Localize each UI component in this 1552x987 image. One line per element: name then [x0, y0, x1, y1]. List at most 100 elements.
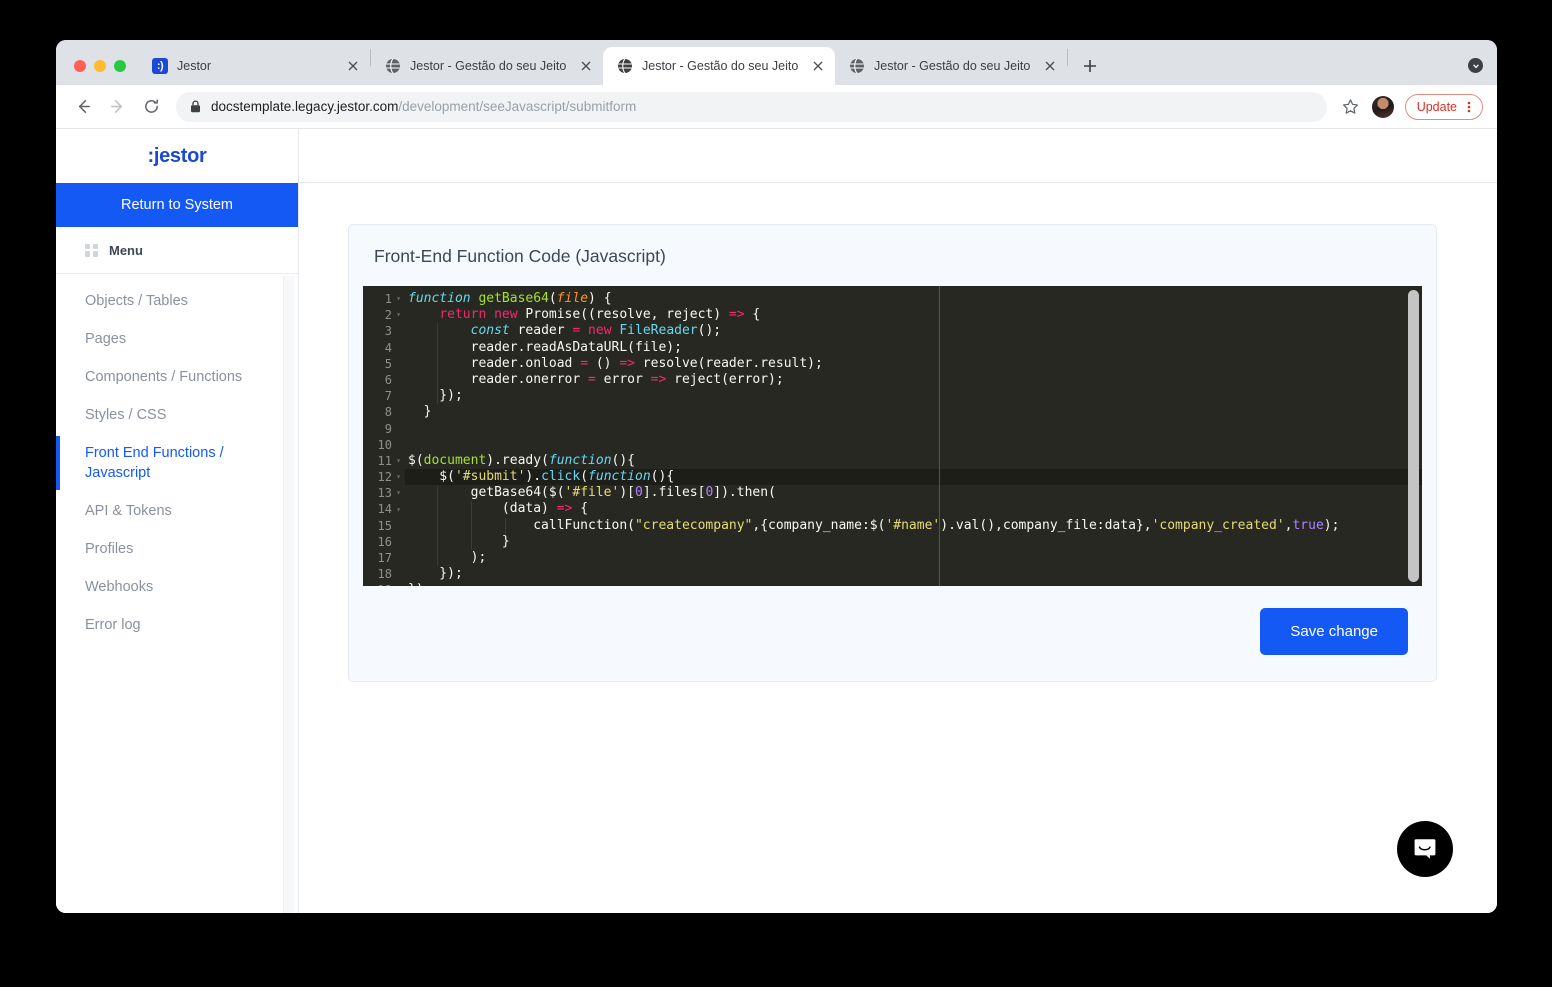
line-number-row: 19▾ — [363, 582, 405, 586]
fold-arrow-icon[interactable]: ▾ — [395, 311, 402, 319]
code-line-14: (data) => { — [408, 501, 589, 518]
sidebar-item-profiles[interactable]: Profiles — [56, 530, 298, 568]
sidebar-menu-header: Menu — [56, 227, 298, 274]
sidebar-item-front-end-functions-javascript[interactable]: Front End Functions / Javascript — [56, 434, 298, 492]
code-line-8: } — [408, 404, 432, 420]
sidebar-scrollbar[interactable] — [283, 276, 294, 913]
close-tab-icon[interactable] — [1041, 58, 1058, 75]
card-footer: Save change — [349, 586, 1436, 681]
line-number: 17 — [377, 551, 392, 565]
new-tab-button[interactable] — [1076, 52, 1104, 80]
chevron-down-icon[interactable] — [1468, 58, 1483, 73]
line-number-row: 16▾ — [363, 534, 405, 550]
grid-icon — [85, 243, 98, 257]
forward-button[interactable] — [102, 92, 132, 122]
line-number-row: 13 ▾ — [363, 485, 405, 501]
tab-title: Jestor — [177, 59, 212, 73]
address-bar-text: docstemplate.legacy.jestor.com/developme… — [211, 99, 636, 114]
minimize-window-button[interactable] — [94, 60, 106, 72]
bookmark-star-icon[interactable] — [1337, 93, 1365, 121]
line-number: 4 — [384, 340, 392, 355]
update-button-label: Update — [1416, 99, 1457, 114]
close-tab-icon[interactable] — [577, 58, 594, 75]
sidebar-item-styles-css[interactable]: Styles / CSS — [56, 396, 298, 434]
fold-arrow-icon[interactable]: ▾ — [395, 489, 402, 497]
avatar[interactable] — [1371, 95, 1394, 118]
maximize-window-button[interactable] — [114, 60, 126, 72]
kebab-menu-icon[interactable] — [1462, 100, 1476, 114]
code-line-13: getBase64($('#file')[0].files[0]).then( — [408, 485, 776, 502]
line-number: 2 — [384, 308, 392, 323]
line-number-row: 14 ▾ — [363, 501, 405, 517]
sidebar-item-objects-tables[interactable]: Objects / Tables — [56, 282, 298, 320]
code-line-12: $('#submit').click(function(){ — [408, 469, 675, 485]
code-line-7: }); — [408, 388, 463, 405]
back-button[interactable] — [68, 92, 98, 122]
fold-arrow-icon[interactable]: ▾ — [395, 473, 402, 481]
line-number: 6 — [384, 372, 392, 387]
jestor-logo: :jestor — [147, 144, 207, 167]
code-line-15: callFunction("createcompany",{company_na… — [408, 517, 1340, 534]
editor-gutter: 1▾ 2▾ 3▾ 4▾ 5▾ 6▾ 7▾ 8▾ 9▾ 10▾ 11▾ — [363, 286, 405, 586]
line-number: 9 — [384, 421, 392, 436]
sidebar-item-components-functions[interactable]: Components / Functions — [56, 358, 298, 396]
scrollbar-thumb[interactable] — [1408, 290, 1419, 582]
line-number-row: 8▾ — [363, 404, 405, 420]
line-number: 1 — [384, 292, 392, 306]
line-number-row: 18▾ — [363, 566, 405, 582]
sidebar-item-webhooks[interactable]: Webhooks — [56, 568, 298, 606]
line-number-row: 5▾ — [363, 356, 405, 372]
reload-button[interactable] — [136, 92, 166, 122]
content-body: Front-End Function Code (Javascript) 1 ▾ … — [299, 183, 1497, 913]
code-line-17: ); — [408, 550, 487, 567]
close-window-button[interactable] — [74, 60, 86, 72]
line-number: 7 — [384, 389, 392, 404]
update-button[interactable]: Update — [1404, 93, 1483, 120]
line-number-row: 17▾ — [363, 550, 405, 566]
code-line-4: reader.readAsDataURL(file); — [408, 339, 682, 356]
line-number-row: 12 ▾ — [363, 469, 405, 485]
close-tab-icon[interactable] — [809, 58, 826, 75]
browser-tab-1[interactable]: :) Jestor — [138, 47, 370, 85]
line-number-row: 9▾ — [363, 421, 405, 437]
line-number: 3 — [384, 324, 392, 339]
line-number: 11 — [377, 453, 392, 468]
code-editor[interactable]: 1▾ 2▾ 3▾ 4▾ 5▾ 6▾ 7▾ 8▾ 9▾ 10▾ 11▾ — [363, 286, 1422, 586]
jestor-icon: :) — [152, 58, 168, 74]
browser-toolbar: docstemplate.legacy.jestor.com/developme… — [56, 85, 1497, 129]
sidebar-menu-label: Menu — [109, 242, 143, 258]
line-number-row: 2 ▾ — [363, 307, 405, 323]
browser-tab-3-active[interactable]: Jestor - Gestão do seu Jeito — [603, 47, 835, 85]
line-number: 12 — [377, 470, 392, 485]
line-number: 15 — [377, 518, 392, 533]
editor-code-area[interactable]: function getBase64(file) { return new Pr… — [405, 286, 1422, 586]
line-number-row: 4▾ — [363, 340, 405, 356]
fold-arrow-icon[interactable]: ▾ — [395, 456, 402, 465]
save-change-button[interactable]: Save change — [1260, 608, 1408, 655]
code-line-11: $(document).ready(function(){ — [408, 452, 636, 468]
fold-arrow-icon[interactable]: ▾ — [395, 295, 402, 303]
line-number: 19 — [378, 582, 392, 586]
browser-tab-4[interactable]: Jestor - Gestão do seu Jeito — [835, 47, 1067, 85]
sidebar-item-error-log[interactable]: Error log — [56, 606, 298, 644]
browser-tab-2[interactable]: Jestor - Gestão do seu Jeito — [371, 47, 603, 85]
line-number: 10 — [377, 437, 392, 452]
code-line-5: reader.onload = () => resolve(reader.res… — [408, 355, 823, 372]
sidebar-item-api-tokens[interactable]: API & Tokens — [56, 492, 298, 530]
editor-vertical-scrollbar[interactable] — [1408, 290, 1419, 582]
tab-divider — [1067, 48, 1068, 66]
url-host: docstemplate.legacy.jestor.com — [211, 99, 399, 114]
code-line-3: const reader = new FileReader(); — [405, 323, 1422, 340]
sidebar-item-pages[interactable]: Pages — [56, 320, 298, 358]
page-title: Front-End Function Code (Javascript) — [374, 246, 666, 266]
browser-tab-strip: :) Jestor Jestor - Gestão do seu Jeito J… — [56, 40, 1497, 85]
window-traffic-lights — [56, 60, 138, 85]
browser-window: :) Jestor Jestor - Gestão do seu Jeito J… — [56, 40, 1497, 913]
app-sidebar: :jestor Return to System Menu Objects / … — [56, 129, 299, 913]
address-bar[interactable]: docstemplate.legacy.jestor.com/developme… — [176, 91, 1327, 122]
return-to-system-button[interactable]: Return to System — [56, 183, 298, 227]
close-tab-icon[interactable] — [344, 58, 361, 75]
intercom-messenger-button[interactable] — [1397, 821, 1453, 877]
fold-arrow-icon[interactable]: ▾ — [395, 505, 402, 514]
line-number: 16 — [377, 534, 392, 549]
